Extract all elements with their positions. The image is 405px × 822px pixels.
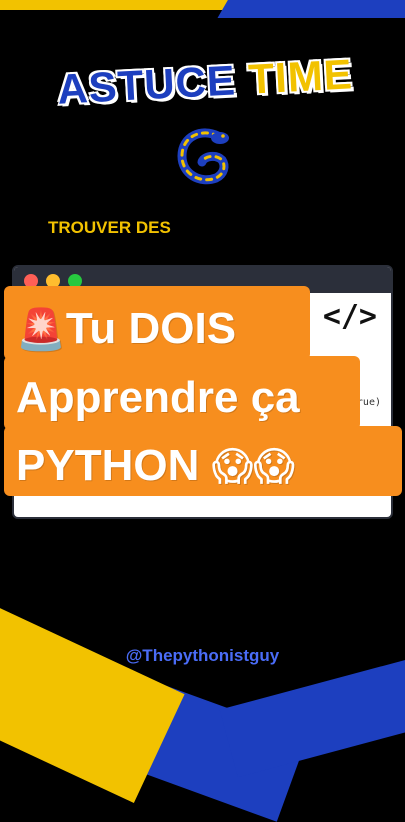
headline-line-1: 🚨Tu DOIS (16, 304, 236, 354)
top-left-yellow-stripe (0, 0, 246, 10)
code-brackets-icon: </> (322, 299, 377, 334)
headline-line-3: PYTHON 😱😱 (16, 441, 295, 491)
top-right-blue-stripe (217, 0, 405, 18)
title-word-astuce: ASTUCE (56, 56, 238, 113)
python-snake-icon (177, 128, 229, 185)
headline-line-2: Apprendre ça (16, 373, 300, 422)
bottom-right-blue-stripe (219, 652, 405, 778)
headline-text-1: Tu DOIS (65, 304, 237, 353)
title-word-time: TIME (247, 50, 354, 103)
screaming-face-emoji-icon: 😱😱 (211, 444, 295, 490)
page-title: ASTUCE TIME (29, 49, 381, 115)
siren-emoji-icon: 🚨 (16, 307, 66, 353)
headline-text-3: PYTHON (16, 441, 200, 490)
subtitle: TROUVER DES (48, 218, 171, 237)
author-handle[interactable]: @Thepythonistguy (0, 646, 405, 666)
